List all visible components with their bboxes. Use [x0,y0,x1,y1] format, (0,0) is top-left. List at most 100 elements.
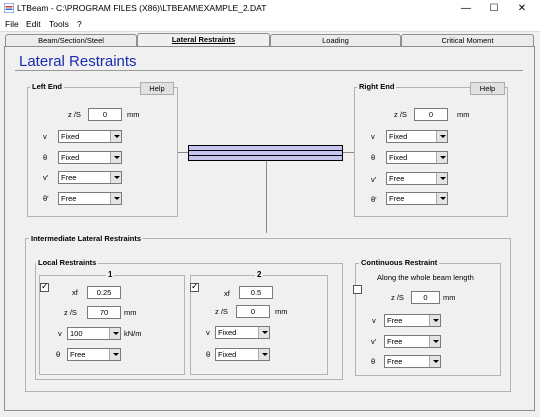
chevron-down-icon[interactable] [110,131,121,142]
combo-value: Free [389,174,405,183]
continuous-restraint-checkbox[interactable] [353,285,362,294]
left-v-symbol: v [43,132,47,141]
tab-label: Lateral Restraints [171,35,236,44]
local1-zs-unit: mm [124,308,137,317]
local2-xf-input[interactable]: 0.5 [239,286,273,299]
intermediate-connector-line [266,161,267,233]
local1-xf-input[interactable]: 0.25 [87,286,121,299]
chevron-down-icon[interactable] [110,152,121,163]
left-zs-label: z /S [68,110,81,119]
tab-loading[interactable]: Loading [270,34,401,46]
right-theta-symbol: θ [371,153,376,162]
close-button[interactable]: ✕ [508,1,536,16]
continuous-theta-symbol: θ [371,357,376,366]
local2-zs-label: z /S [215,307,228,316]
chevron-down-icon[interactable] [110,172,121,183]
right-vprime-symbol: v' [371,175,377,184]
local2-zs-input[interactable]: 0 [236,305,270,318]
chevron-down-icon[interactable] [429,336,440,347]
tab-label: Beam/Section/Steel [38,36,104,45]
combo-value: Free [70,350,86,359]
continuous-v-select[interactable]: Free [384,314,441,327]
chevron-down-icon[interactable] [110,193,121,204]
combo-value: Fixed [389,132,408,141]
tab-lateral-restraints[interactable]: Lateral Restraints [137,33,270,47]
chevron-down-icon[interactable] [258,327,269,338]
menu-help[interactable]: ? [77,19,82,29]
left-theta-select[interactable]: Fixed [58,151,122,164]
chevron-down-icon[interactable] [436,131,447,142]
combo-value: Fixed [61,153,80,162]
continuous-vprime-select[interactable]: Free [384,335,441,348]
menu-edit[interactable]: Edit [26,19,41,29]
local2-v-select[interactable]: Fixed [215,326,270,339]
left-zs-input[interactable]: 0 [88,108,122,121]
window-title: LTBeam - C:\PROGRAM FILES (X86)\LTBEAM\E… [17,3,267,13]
continuous-zs-input[interactable]: 0 [411,291,440,304]
tab-critical-moment[interactable]: Critical Moment [401,34,534,46]
tab-label: Critical Moment [441,36,494,45]
left-vprime-select[interactable]: Free [58,171,122,184]
local2-theta-symbol: θ [206,350,211,359]
title-underline [15,70,523,71]
local1-theta-select[interactable]: Free [67,348,121,361]
menu-tools[interactable]: Tools [49,19,69,29]
beam-flange-line [188,155,343,156]
chevron-down-icon[interactable] [258,349,269,360]
chevron-down-icon[interactable] [109,328,120,339]
left-v-select[interactable]: Fixed [58,130,122,143]
combo-value: Free [387,357,403,366]
right-v-symbol: v [371,132,375,141]
left-thetaprime-symbol: θ' [43,194,49,203]
left-connector-line [178,152,188,153]
tab-label: Loading [322,36,349,45]
chevron-down-icon[interactable] [429,356,440,367]
right-v-select[interactable]: Fixed [386,130,448,143]
right-zs-input[interactable]: 0 [414,108,448,121]
combo-value: Free [61,173,77,182]
right-thetaprime-select[interactable]: Free [386,192,448,205]
local-restraint-2-number: 2 [255,270,264,279]
local2-theta-select[interactable]: Fixed [215,348,270,361]
chevron-down-icon[interactable] [429,315,440,326]
tab-beam-section-steel[interactable]: Beam/Section/Steel [5,34,137,46]
combo-value: Fixed [389,153,408,162]
menu-file[interactable]: File [5,19,19,29]
right-end-help-button[interactable]: Help [470,82,505,95]
right-theta-select[interactable]: Fixed [386,151,448,164]
intermediate-title: Intermediate Lateral Restraints [29,234,144,243]
right-vprime-select[interactable]: Free [386,172,448,185]
chevron-down-icon[interactable] [436,152,447,163]
continuous-theta-select[interactable]: Free [384,355,441,368]
local1-zs-input[interactable]: 70 [87,306,121,319]
combo-value: Fixed [218,350,237,359]
local-restraint-2-checkbox[interactable] [190,281,199,292]
left-zs-unit: mm [127,110,140,119]
left-end-help-button[interactable]: Help [140,82,174,95]
beam-diagram [188,145,343,161]
continuous-subtitle: Along the whole beam length [377,273,474,282]
left-thetaprime-select[interactable]: Free [58,192,122,205]
left-theta-symbol: θ [43,153,48,162]
chevron-down-icon[interactable] [436,173,447,184]
local1-v-select[interactable]: 100 [67,327,121,340]
minimize-button[interactable]: — [452,1,480,16]
local-restraint-1-checkbox[interactable] [40,281,49,292]
chevron-down-icon[interactable] [109,349,120,360]
continuous-zs-unit: mm [443,293,456,302]
combo-value: Free [389,194,405,203]
maximize-button[interactable]: ☐ [480,1,508,16]
local1-theta-symbol: θ [56,350,61,359]
combo-value: 100 [70,329,83,338]
local1-zs-label: z /S [64,308,77,317]
chevron-down-icon[interactable] [436,193,447,204]
left-end-title: Left End [30,82,64,91]
right-end-title: Right End [357,82,397,91]
local-restraints-title: Local Restraints [36,258,99,267]
combo-value: Fixed [218,328,237,337]
title-bar: LTBeam - C:\PROGRAM FILES (X86)\LTBEAM\E… [0,0,540,17]
local2-zs-unit: mm [275,307,288,316]
continuous-v-symbol: v [372,316,376,325]
continuous-vprime-symbol: v' [371,337,377,346]
combo-value: Free [387,337,403,346]
